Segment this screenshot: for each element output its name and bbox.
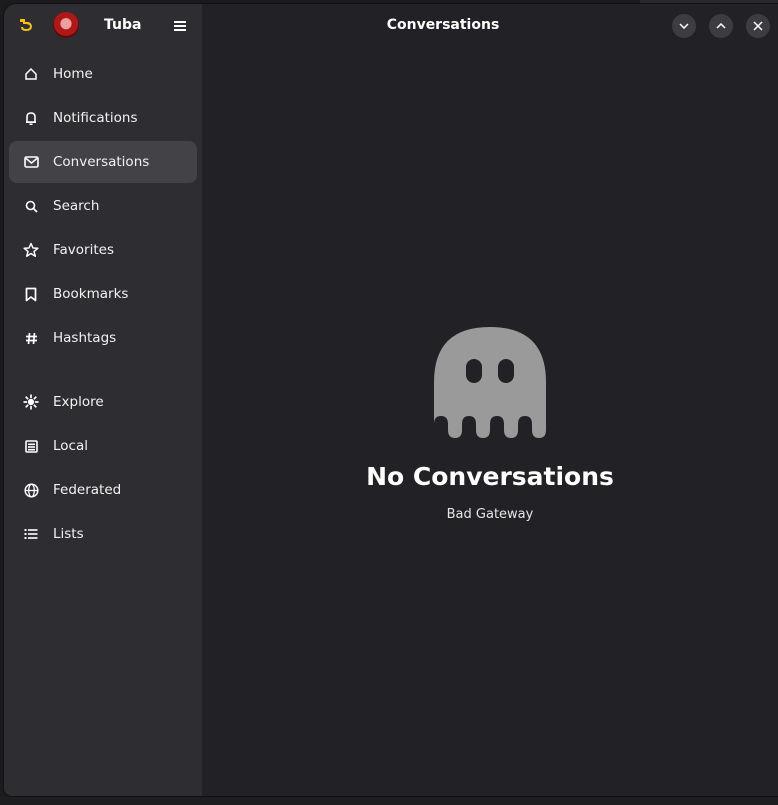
sidebar-item-notifications[interactable]: Notifications xyxy=(9,97,197,139)
sidebar-item-hashtags[interactable]: Hashtags xyxy=(9,317,197,359)
close-icon xyxy=(753,21,763,31)
nav-separator xyxy=(9,361,197,381)
chevron-up-icon xyxy=(716,23,726,29)
sidebar-item-local[interactable]: Local xyxy=(9,425,197,467)
bookmark-icon xyxy=(23,286,39,302)
sidebar-item-label: Hashtags xyxy=(53,330,117,346)
globe-icon xyxy=(23,482,39,498)
sidebar-item-label: Federated xyxy=(53,482,122,498)
explore-icon xyxy=(23,394,39,410)
sidebar: Tuba Home Notifications Conversations Se… xyxy=(4,4,202,796)
main-content: Conversations No Conversations Bad Gatew… xyxy=(202,4,778,796)
list-icon xyxy=(23,526,39,542)
sidebar-nav: Home Notifications Conversations Search xyxy=(9,53,197,557)
sidebar-item-federated[interactable]: Federated xyxy=(9,469,197,511)
avatar[interactable] xyxy=(53,12,79,38)
mail-icon xyxy=(23,154,39,170)
search-icon xyxy=(23,198,39,214)
empty-state: No Conversations Bad Gateway xyxy=(202,326,778,522)
sidebar-item-explore[interactable]: Explore xyxy=(9,381,197,423)
sidebar-item-label: Favorites xyxy=(53,242,114,258)
sidebar-item-lists[interactable]: Lists xyxy=(9,513,197,555)
sidebar-item-search[interactable]: Search xyxy=(9,185,197,227)
sidebar-item-label: Home xyxy=(53,66,93,82)
sidebar-item-label: Search xyxy=(53,198,100,214)
sidebar-item-conversations[interactable]: Conversations xyxy=(9,141,197,183)
ghost-icon xyxy=(434,327,546,438)
hashtag-icon xyxy=(23,330,39,346)
star-icon xyxy=(23,242,39,258)
sidebar-item-label: Notifications xyxy=(53,110,138,126)
chevron-down-icon xyxy=(679,23,689,29)
sidebar-item-favorites[interactable]: Favorites xyxy=(9,229,197,271)
close-button[interactable] xyxy=(746,14,770,38)
local-icon xyxy=(23,438,39,454)
sidebar-item-home[interactable]: Home xyxy=(9,53,197,95)
empty-state-subtitle: Bad Gateway xyxy=(446,507,534,522)
home-icon xyxy=(23,66,39,82)
tuba-app-icon xyxy=(16,15,36,35)
maximize-button[interactable] xyxy=(709,14,733,38)
sidebar-item-label: Lists xyxy=(53,526,84,542)
sidebar-item-label: Explore xyxy=(53,394,104,410)
sidebar-item-label: Conversations xyxy=(53,154,150,170)
empty-state-title: No Conversations xyxy=(366,462,614,491)
minimize-button[interactable] xyxy=(672,14,696,38)
sidebar-item-bookmarks[interactable]: Bookmarks xyxy=(9,273,197,315)
background-window-edge-bottom xyxy=(0,796,778,805)
app-window: Tuba Home Notifications Conversations Se… xyxy=(4,4,778,796)
sidebar-item-label: Bookmarks xyxy=(53,286,129,302)
sidebar-item-label: Local xyxy=(53,438,88,454)
bell-icon xyxy=(23,110,39,126)
